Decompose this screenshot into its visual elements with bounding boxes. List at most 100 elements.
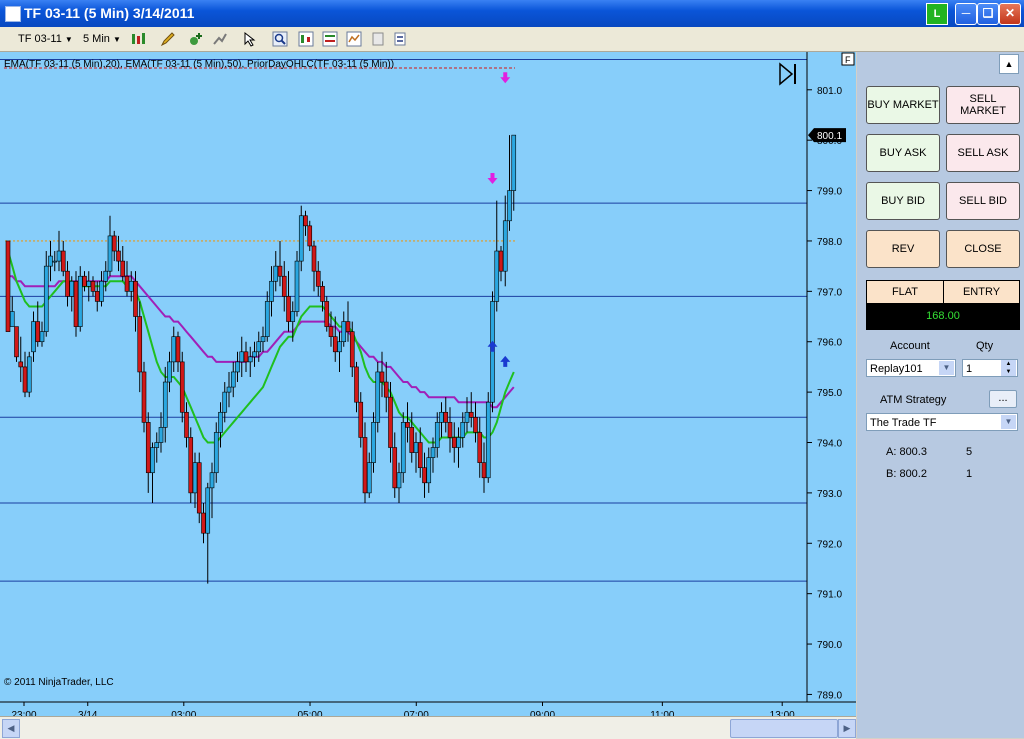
candle-body bbox=[213, 432, 219, 474]
candle-body bbox=[460, 422, 466, 438]
add-indicator-icon[interactable] bbox=[188, 31, 204, 47]
candle-body bbox=[413, 442, 419, 453]
price-tick-label: 793.0 bbox=[817, 489, 842, 500]
sell-arrow-icon bbox=[487, 173, 498, 185]
candle-body bbox=[99, 280, 104, 302]
candle-body bbox=[502, 220, 508, 272]
candle-body bbox=[137, 316, 143, 373]
sell-bid-button[interactable]: SELL BID bbox=[946, 182, 1020, 220]
chevron-down-icon: ▼ bbox=[112, 35, 121, 44]
candle-body bbox=[307, 225, 313, 247]
properties-icon[interactable] bbox=[346, 31, 362, 47]
candle-body bbox=[90, 280, 96, 292]
account-value: Replay101 bbox=[870, 363, 923, 375]
candle-body bbox=[77, 275, 83, 327]
candle-body bbox=[124, 275, 130, 292]
candle-body bbox=[379, 371, 385, 383]
buy-market-button[interactable]: BUY MARKET bbox=[866, 86, 940, 124]
quantity-stepper[interactable]: 1 ▲ ▼ bbox=[962, 359, 1018, 377]
instrument-selector[interactable]: TF 03-11 ▼ bbox=[18, 30, 73, 48]
cursor-icon[interactable] bbox=[242, 31, 258, 47]
candle-body bbox=[485, 401, 491, 479]
candle-body bbox=[430, 447, 436, 458]
candle-body bbox=[422, 467, 427, 484]
price-tick-label: 794.0 bbox=[817, 439, 842, 450]
candle-body bbox=[145, 422, 151, 474]
candle-body bbox=[328, 326, 334, 337]
app-icon bbox=[5, 6, 21, 22]
buy-ask-button[interactable]: BUY ASK bbox=[866, 134, 940, 172]
close-position-button[interactable]: CLOSE bbox=[946, 230, 1020, 268]
buy-bid-button[interactable]: BUY BID bbox=[866, 182, 940, 220]
sell-ask-button[interactable]: SELL ASK bbox=[946, 134, 1020, 172]
interval-selector[interactable]: 5 Min ▼ bbox=[83, 30, 121, 48]
connection-status-badge[interactable]: L bbox=[926, 3, 948, 25]
candle-body bbox=[175, 336, 181, 363]
qty-down-icon[interactable]: ▼ bbox=[1001, 368, 1016, 376]
candle-body bbox=[507, 190, 512, 222]
buy-arrow-icon bbox=[487, 340, 498, 352]
candle-body bbox=[18, 361, 24, 368]
candle-body bbox=[43, 265, 49, 332]
candle-body bbox=[490, 301, 495, 403]
candle-body bbox=[162, 381, 168, 428]
sell-market-button[interactable]: SELL MARKET bbox=[946, 86, 1020, 124]
candle-body bbox=[366, 462, 372, 494]
minimize-button[interactable]: ─ bbox=[955, 3, 977, 25]
candle-body bbox=[337, 341, 342, 353]
pencil-icon[interactable] bbox=[160, 31, 176, 47]
candle-body bbox=[150, 447, 155, 474]
candle-body bbox=[56, 250, 62, 262]
print-icon[interactable] bbox=[370, 31, 386, 47]
atm-more-button[interactable]: ... bbox=[989, 390, 1017, 408]
candle-body bbox=[239, 351, 245, 363]
pnl-value: 168.00 bbox=[867, 303, 1019, 329]
time-axis: 23:00 3/14 03:00 05:00 07:00 09:00 11:00 13:00 bbox=[11, 702, 795, 721]
candle-body bbox=[86, 280, 92, 287]
candle-body bbox=[439, 411, 444, 423]
candle-body bbox=[9, 311, 15, 327]
candle-body bbox=[324, 301, 330, 327]
account-label: Account bbox=[890, 340, 930, 352]
candle-body bbox=[31, 321, 36, 353]
chart-panel[interactable]: 801.0800.0799.0798.0797.0796.0795.0794.0… bbox=[0, 52, 856, 721]
account-select[interactable]: Replay101 ▼ bbox=[866, 359, 956, 377]
atm-strategy-select[interactable]: The Trade TF ▼ bbox=[866, 413, 1018, 431]
qty-value: 1 bbox=[966, 363, 973, 375]
candle-body bbox=[192, 462, 198, 494]
scroll-end-icon[interactable] bbox=[779, 62, 796, 86]
candle-body bbox=[426, 457, 432, 484]
bar-type-icon[interactable] bbox=[130, 31, 146, 47]
reverse-button[interactable]: REV bbox=[866, 230, 940, 268]
data-box-icon[interactable] bbox=[322, 31, 338, 47]
price-tick-label: 792.0 bbox=[817, 539, 842, 550]
maximize-button[interactable]: ❏ bbox=[977, 3, 999, 25]
candle-body bbox=[22, 366, 28, 393]
scroll-left-arrow-icon[interactable]: ◀ bbox=[2, 719, 20, 738]
panel-collapse-icon[interactable]: ▲ bbox=[999, 54, 1019, 74]
bid-price: B: 800.2 bbox=[886, 468, 927, 480]
candle-body bbox=[247, 356, 253, 363]
scroll-right-arrow-icon[interactable]: ▶ bbox=[838, 719, 856, 738]
candles-layer bbox=[5, 134, 517, 584]
chart-trader-icon[interactable] bbox=[298, 31, 314, 47]
candle-body bbox=[171, 336, 177, 363]
candle-body bbox=[60, 250, 66, 272]
candle-body bbox=[184, 411, 189, 438]
window-title: TF 03-11 (5 Min) 3/14/2011 bbox=[24, 5, 195, 21]
chart-horizontal-scrollbar[interactable]: ◀ ▶ bbox=[0, 716, 856, 739]
zoom-icon[interactable] bbox=[272, 31, 288, 47]
position-display: FLAT ENTRY 168.00 bbox=[866, 280, 1020, 330]
candle-body bbox=[434, 422, 440, 448]
candle-body bbox=[73, 280, 79, 327]
candle-body bbox=[473, 417, 478, 433]
scroll-thumb[interactable] bbox=[730, 719, 838, 738]
candle-body bbox=[235, 361, 240, 373]
price-tick-label: 789.0 bbox=[817, 690, 842, 701]
chevron-down-icon: ▼ bbox=[64, 35, 73, 44]
strategy-icon[interactable] bbox=[212, 31, 228, 47]
price-chart[interactable]: 801.0800.0799.0798.0797.0796.0795.0794.0… bbox=[0, 52, 856, 721]
qty-up-icon[interactable]: ▲ bbox=[1001, 360, 1016, 368]
share-icon[interactable] bbox=[392, 31, 408, 47]
close-button[interactable]: ✕ bbox=[999, 3, 1021, 25]
